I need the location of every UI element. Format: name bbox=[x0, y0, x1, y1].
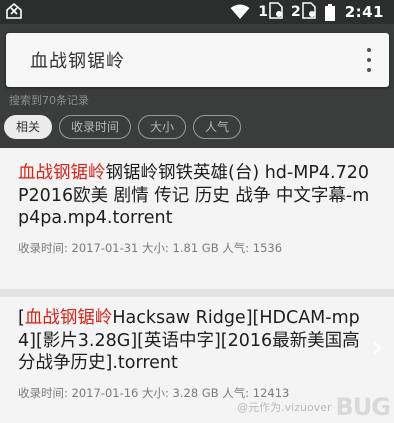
sort-chip-date[interactable]: 收录时间 bbox=[59, 115, 132, 139]
result-title-highlight: 血战钢锯岭 bbox=[18, 163, 106, 183]
search-query-text[interactable]: 血战钢锯岭 bbox=[30, 47, 125, 73]
notification-icon bbox=[4, 1, 24, 21]
result-meta: 收录时间: 2017-01-31 大小: 1.81 GB 人气: 1536 bbox=[18, 240, 283, 255]
result-title: 血战钢锯岭钢锯岭钢铁英雄(台) hd-MP4.720P2016欧美 剧情 传记 … bbox=[18, 162, 376, 230]
sort-chips: 相关 收录时间 大小 人气 bbox=[4, 115, 248, 139]
result-title: [血战钢锯岭Hacksaw Ridge][HDCAM-mp4][影片3.28G]… bbox=[18, 307, 376, 375]
clock-time: 2:41 bbox=[344, 3, 384, 21]
sim1-card-icon bbox=[269, 1, 283, 23]
battery-icon bbox=[324, 3, 335, 21]
more-options-icon[interactable] bbox=[363, 48, 375, 72]
sim2-indicator: 2 bbox=[291, 1, 316, 23]
result-count: 搜索到70条记录 bbox=[9, 94, 89, 107]
chevron-right-icon[interactable] bbox=[370, 340, 384, 355]
result-item[interactable]: 血战钢锯岭钢锯岭钢铁英雄(台) hd-MP4.720P2016欧美 剧情 传记 … bbox=[0, 162, 394, 256]
status-bar: 1 2 2:41 bbox=[0, 0, 394, 24]
sort-chip-popularity[interactable]: 人气 bbox=[193, 115, 242, 139]
sort-chip-size[interactable]: 大小 bbox=[138, 115, 187, 139]
results-list: 血战钢锯岭钢锯岭钢铁英雄(台) hd-MP4.720P2016欧美 剧情 传记 … bbox=[0, 148, 394, 423]
sim1-indicator: 1 bbox=[258, 1, 283, 23]
search-bar[interactable]: 血战钢锯岭 bbox=[6, 33, 389, 87]
sort-chip-relevance[interactable]: 相关 bbox=[4, 115, 53, 139]
result-title-highlight: 血战钢锯岭 bbox=[24, 308, 113, 328]
result-item[interactable]: [血战钢锯岭Hacksaw Ridge][HDCAM-mp4][影片3.28G]… bbox=[0, 307, 394, 401]
wifi-icon bbox=[230, 4, 250, 20]
result-title-prefix: [ bbox=[18, 308, 25, 328]
result-divider bbox=[0, 289, 394, 297]
watermark-text: @元作为.vizuover bbox=[237, 401, 332, 414]
watermark: @元作为.vizuover BUG bbox=[237, 393, 391, 421]
sim2-card-icon bbox=[301, 1, 316, 23]
watermark-logo: BUG bbox=[335, 393, 391, 421]
